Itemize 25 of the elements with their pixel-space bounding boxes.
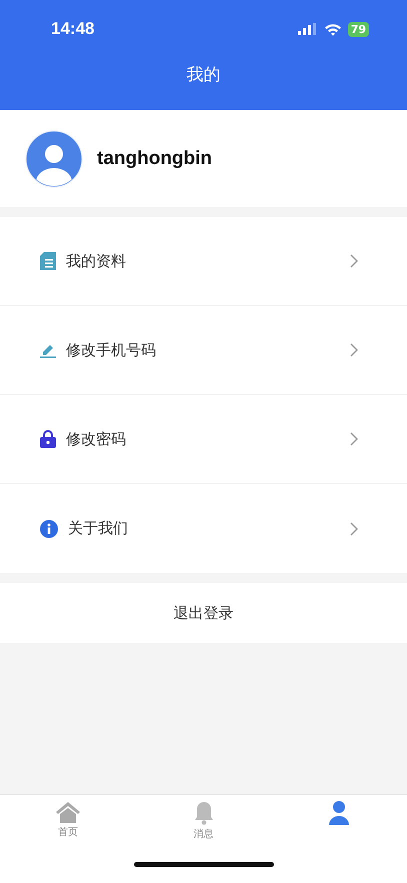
logout-button[interactable]: 退出登录 [0,583,407,643]
avatar-icon [25,130,83,188]
page-title: 我的 [186,64,222,86]
bell-icon [194,801,214,825]
home-icon [54,801,81,823]
menu-item[interactable]: 我的资料 [0,217,407,306]
chevron-icon [350,522,358,536]
tab[interactable]: 首页 [0,795,136,845]
signal-icon [298,23,318,35]
chevron-icon [350,254,358,268]
tab[interactable]: 消息 [136,795,272,845]
menu-item[interactable]: 关于我们 [0,484,407,573]
menu-item[interactable]: 修改手机号码 [0,306,407,395]
username: tanghongbin [97,148,212,170]
wifi-icon [324,22,342,36]
pencil-icon [40,342,56,358]
menu-item[interactable]: 修改密码 [0,395,407,484]
chevron-icon [350,343,358,357]
status-time: 14:48 [51,19,94,39]
document-icon [40,252,56,270]
person-icon [329,801,350,825]
chevron-icon [350,432,358,446]
battery-level: 79 [348,22,369,36]
info-icon [40,520,58,538]
lock-icon [40,430,56,448]
